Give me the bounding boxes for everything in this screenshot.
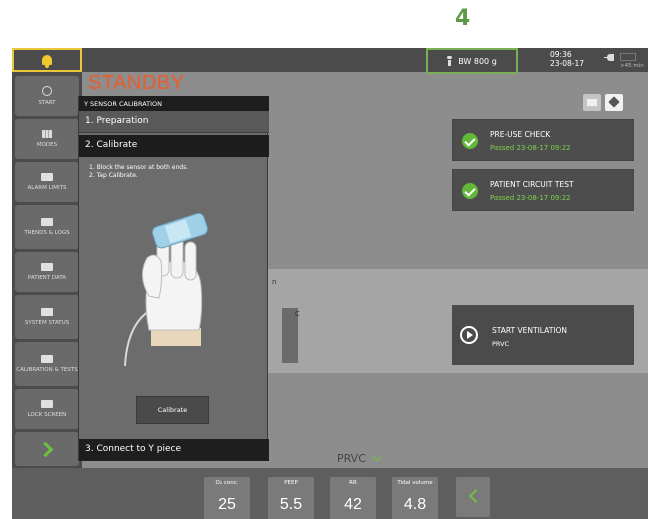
calibration-step-preparation[interactable]: 1. Preparation bbox=[79, 111, 269, 133]
start-ventilation-mode: PRVC bbox=[492, 340, 510, 348]
person-icon bbox=[447, 56, 453, 66]
param-label: O₂ conc. bbox=[215, 480, 239, 486]
band-c-text: C bbox=[295, 310, 300, 318]
datetime: 09:36 23-08-17 bbox=[550, 50, 584, 68]
back-button[interactable] bbox=[456, 477, 490, 517]
calibration-icon bbox=[41, 354, 53, 363]
sidebar-item-label: TRENDS & LOGS bbox=[24, 229, 70, 236]
sidebar-next-button[interactable] bbox=[15, 432, 79, 466]
chevron-down-icon bbox=[372, 452, 382, 461]
patient-circuit-test-card[interactable]: PATIENT CIRCUIT TEST Passed 23-08-17 09:… bbox=[452, 169, 634, 211]
bottom-parameter-bar: O₂ conc. 25 PEEP 5.5 RR 42 Tidal volume … bbox=[12, 468, 648, 519]
sidebar-item-alarm-limits[interactable]: ALARM LIMITS bbox=[15, 162, 79, 202]
sidebar-item-label: PATIENT DATA bbox=[27, 274, 67, 281]
sidebar-item-label: LOCK SCREEN bbox=[27, 411, 67, 418]
standby-status: STANDBY bbox=[88, 72, 185, 94]
calibrate-button[interactable]: Calibrate bbox=[136, 396, 209, 424]
start-ventilation-label: START VENTILATION bbox=[492, 326, 567, 335]
calibration-title: Y SENSOR CALIBRATION bbox=[79, 96, 269, 111]
battery-icon bbox=[620, 53, 636, 61]
param-label: RR bbox=[349, 480, 357, 486]
camera-view-button[interactable] bbox=[583, 94, 601, 111]
param-value: 25 bbox=[218, 496, 236, 513]
trends-icon bbox=[41, 217, 53, 226]
start-icon bbox=[42, 85, 52, 96]
check-status: Passed 23-08-17 09:22 bbox=[490, 144, 571, 152]
step-number: 4 bbox=[455, 6, 471, 31]
calibration-instructions: 1. Block the sensor at both ends. 2. Tap… bbox=[89, 164, 189, 179]
param-value: 4.8 bbox=[403, 496, 427, 513]
param-tidal-volume[interactable]: Tidal volume 4.8 bbox=[392, 477, 438, 519]
bell-icon bbox=[42, 55, 52, 68]
modes-icon bbox=[42, 129, 52, 138]
alarm-button[interactable] bbox=[12, 48, 82, 72]
date: 23-08-17 bbox=[550, 59, 585, 68]
calibration-step-calibrate[interactable]: 2. Calibrate bbox=[79, 135, 269, 157]
system-status-icon bbox=[41, 307, 53, 316]
param-o2-conc[interactable]: O₂ conc. 25 bbox=[204, 477, 250, 519]
check-icon bbox=[462, 183, 478, 199]
ventilator-screen: BW 800 g 09:36 23-08-17 >45 min START MO… bbox=[12, 48, 648, 519]
sidebar-item-calibration-tests[interactable]: CALIBRATION & TESTS bbox=[15, 342, 79, 386]
mode-selector[interactable]: PRVC bbox=[337, 452, 382, 465]
sidebar: START MODES ALARM LIMITS TRENDS & LOGS P… bbox=[12, 72, 82, 468]
sidebar-item-label: MODES bbox=[36, 141, 58, 148]
band-text: n bbox=[272, 278, 277, 286]
check-title: PRE-USE CHECK bbox=[490, 130, 551, 139]
param-label: PEEP bbox=[284, 480, 298, 486]
param-value: 42 bbox=[344, 496, 362, 513]
param-label: Tidal volume bbox=[397, 480, 433, 486]
check-status: Passed 23-08-17 09:22 bbox=[490, 194, 571, 202]
check-title: PATIENT CIRCUIT TEST bbox=[490, 180, 574, 189]
calibration-step-connect[interactable]: 3. Connect to Y piece bbox=[79, 439, 269, 461]
play-icon bbox=[460, 326, 478, 344]
battery-time: >45 min bbox=[620, 63, 644, 69]
mode-selector-label: PRVC bbox=[337, 452, 366, 465]
gloved-hand-illustration bbox=[124, 212, 208, 367]
body-weight-field[interactable]: BW 800 g bbox=[426, 48, 518, 74]
sidebar-item-label: SYSTEM STATUS bbox=[24, 319, 70, 326]
top-status-bar: BW 800 g 09:36 23-08-17 >45 min bbox=[12, 48, 648, 74]
sidebar-item-lock-screen[interactable]: LOCK SCREEN bbox=[15, 389, 79, 429]
param-peep[interactable]: PEEP 5.5 bbox=[268, 477, 314, 519]
body-weight-value: BW 800 g bbox=[458, 56, 497, 66]
sidebar-item-system-status[interactable]: SYSTEM STATUS bbox=[15, 295, 79, 339]
alarm-limits-icon bbox=[41, 172, 53, 181]
sidebar-item-patient-data[interactable]: PATIENT DATA bbox=[15, 252, 79, 292]
start-ventilation-button[interactable]: START VENTILATION PRVC bbox=[452, 305, 634, 365]
sidebar-item-label: CALIBRATION & TESTS bbox=[16, 366, 78, 373]
sidebar-item-label: ALARM LIMITS bbox=[27, 184, 67, 191]
patient-data-icon bbox=[41, 262, 53, 271]
sidebar-item-start[interactable]: START bbox=[15, 76, 79, 116]
param-rr[interactable]: RR 42 bbox=[330, 477, 376, 519]
check-icon bbox=[462, 133, 478, 149]
sidebar-item-modes[interactable]: MODES bbox=[15, 119, 79, 159]
calibration-panel: Y SENSOR CALIBRATION 1. Preparation 2. C… bbox=[78, 96, 269, 461]
layers-view-button[interactable] bbox=[605, 94, 623, 111]
sidebar-item-trends-logs[interactable]: TRENDS & LOGS bbox=[15, 205, 79, 249]
chevron-right-icon bbox=[37, 441, 53, 457]
param-value: 5.5 bbox=[279, 496, 303, 513]
stage: 4 BW 800 g 09:36 23-08-17 >45 min START bbox=[0, 0, 648, 519]
plug-icon bbox=[604, 54, 614, 61]
time: 09:36 bbox=[550, 50, 572, 59]
sidebar-item-label: START bbox=[38, 99, 56, 106]
lock-icon bbox=[41, 399, 53, 408]
pre-use-check-card[interactable]: PRE-USE CHECK Passed 23-08-17 09:22 bbox=[452, 119, 634, 161]
